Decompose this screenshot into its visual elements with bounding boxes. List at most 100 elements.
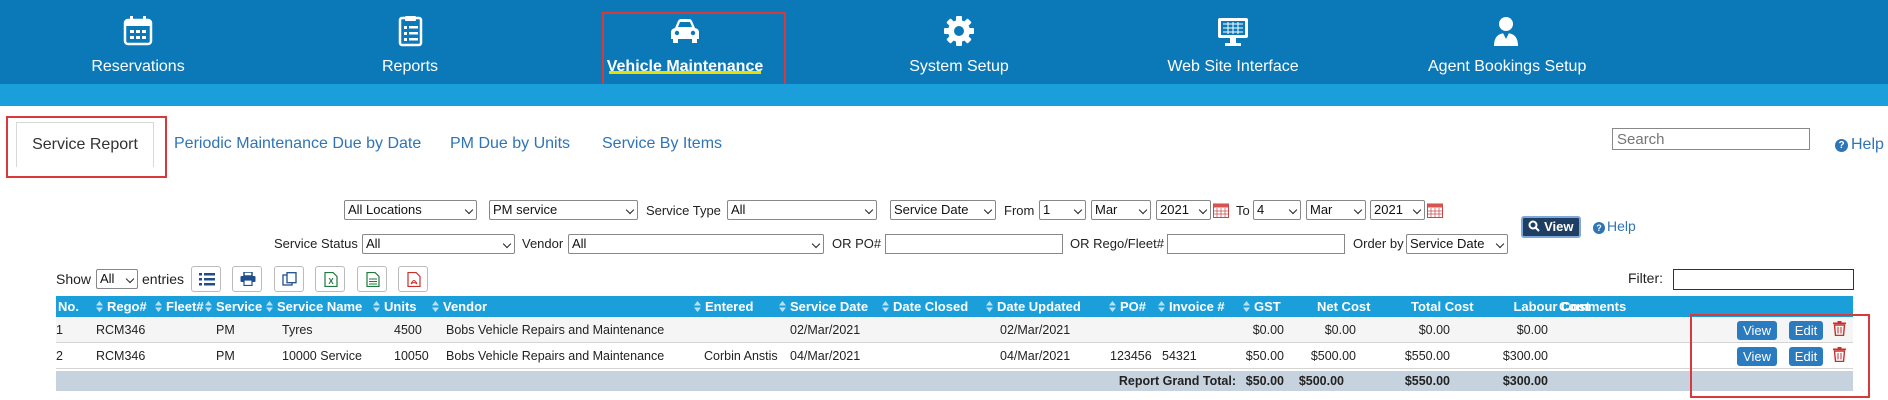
nav-item-system-setup[interactable]: System Setup	[904, 8, 1014, 78]
th-po[interactable]: PO#	[1109, 296, 1146, 317]
nav-label: Agent Bookings Setup	[1428, 58, 1587, 75]
nav-item-reports[interactable]: Reports	[370, 8, 450, 78]
cell-units: 4500	[394, 323, 422, 337]
cell-labour-cost: $300.00	[1502, 349, 1548, 363]
service-status-select[interactable]: All	[362, 234, 515, 254]
service-type-select[interactable]: All	[727, 200, 877, 220]
th-service[interactable]: Service	[205, 296, 262, 317]
view-button[interactable]: View	[1521, 216, 1581, 238]
cell-service-date: 04/Mar/2021	[790, 349, 861, 363]
sort-icon	[1158, 301, 1165, 312]
th-fleet[interactable]: Fleet#	[155, 296, 204, 317]
csv-export-button[interactable]	[357, 266, 387, 292]
to-month-select[interactable]: Mar	[1306, 200, 1366, 220]
th-entered[interactable]: Entered	[694, 296, 753, 317]
tab-pm-due-by-units[interactable]: PM Due by Units	[450, 122, 570, 166]
vendor-select[interactable]: All	[568, 234, 824, 254]
cell-date-updated: 04/Mar/2021	[1000, 349, 1071, 363]
help-link[interactable]: ? Help	[1835, 136, 1884, 154]
cell-rego: RCM346	[96, 349, 146, 363]
category-select[interactable]: PM service	[489, 200, 638, 220]
to-year-select[interactable]: 2021	[1370, 200, 1425, 220]
filters-help-link[interactable]: ? Help	[1593, 218, 1636, 234]
th-invoice[interactable]: Invoice #	[1158, 296, 1225, 317]
from-day-select[interactable]: 1	[1039, 200, 1086, 220]
tab-service-by-items[interactable]: Service By Items	[602, 122, 722, 166]
order-by-label: Order by	[1353, 236, 1404, 251]
copy-button[interactable]	[274, 266, 304, 292]
th-rego[interactable]: Rego#	[96, 296, 147, 317]
sort-icon	[779, 301, 786, 312]
po-input[interactable]	[885, 234, 1063, 254]
date-field-select[interactable]: Service Date	[890, 200, 996, 220]
th-date-updated[interactable]: Date Updated	[986, 296, 1081, 317]
calendar-icon[interactable]	[1427, 203, 1443, 218]
th-comments[interactable]: Comments	[1559, 296, 1626, 317]
th-service-name[interactable]: Service Name	[266, 296, 362, 317]
grand-total-net-cost: $500.00	[1298, 374, 1344, 388]
print-icon	[240, 272, 256, 286]
cell-service-name: Tyres	[282, 323, 313, 337]
calendar-icon[interactable]	[1213, 203, 1229, 218]
cell-gst: $0.00	[1252, 323, 1284, 337]
search-input[interactable]	[1612, 128, 1810, 150]
entries-select[interactable]: All	[96, 269, 138, 289]
cell-no: 1	[56, 323, 63, 337]
table-footer: Report Grand Total: $50.00 $500.00 $550.…	[56, 371, 1853, 391]
filter-label: Filter:	[1628, 270, 1663, 286]
pdf-icon	[407, 272, 421, 287]
th-date-closed[interactable]: Date Closed	[882, 296, 968, 317]
cell-total-cost: $550.00	[1404, 349, 1450, 363]
search-icon	[1528, 220, 1541, 232]
to-day-select[interactable]: 4	[1253, 200, 1301, 220]
cell-service: PM	[216, 323, 235, 337]
th-vendor[interactable]: Vendor	[432, 296, 487, 317]
column-list-button[interactable]	[191, 266, 221, 292]
pdf-export-button[interactable]	[398, 266, 428, 292]
th-label: Fleet#	[166, 299, 204, 314]
grand-total-label: Report Grand Total:	[1118, 374, 1236, 388]
service-type-label: Service Type	[646, 203, 721, 218]
th-label: Units	[384, 299, 417, 314]
cell-po: 123456	[1110, 349, 1152, 363]
entries-suffix: entries	[142, 271, 185, 287]
help-label: Help	[1607, 218, 1636, 234]
tab-periodic-maintenance-due-by-date[interactable]: Periodic Maintenance Due by Date	[174, 122, 421, 166]
nav-item-reservations[interactable]: Reservations	[80, 8, 196, 78]
print-button[interactable]	[232, 266, 262, 292]
grand-total-labour-cost: $300.00	[1502, 374, 1548, 388]
th-total-cost[interactable]: Total Cost	[1411, 296, 1474, 317]
cell-rego: RCM346	[96, 323, 146, 337]
grand-total-gst: $50.00	[1245, 374, 1284, 388]
rego-fleet-input[interactable]	[1167, 234, 1345, 254]
monitor-icon	[1218, 18, 1248, 46]
vendor-label: Vendor	[522, 236, 564, 251]
cell-service-date: 02/Mar/2021	[790, 323, 861, 337]
cell-service-name: 10000 Service	[282, 349, 362, 363]
nav-item-agent-bookings-setup[interactable]: Agent Bookings Setup	[1428, 8, 1587, 78]
highlight-box-service-report-tab	[6, 116, 167, 178]
table-row: 2 RCM346 PM 10000 Service 10050 Bobs Veh…	[56, 344, 1853, 369]
nav-label: Reservations	[91, 58, 185, 75]
from-month-select[interactable]: Mar	[1091, 200, 1151, 220]
filter-input[interactable]	[1673, 269, 1854, 290]
show-label: Show	[56, 271, 92, 287]
order-by-select[interactable]: Service Date	[1406, 234, 1508, 254]
sub-nav-stripe	[0, 84, 1888, 106]
sort-icon	[205, 301, 212, 312]
nav-label: Reports	[381, 58, 439, 75]
th-net-cost[interactable]: Net Cost	[1317, 296, 1370, 317]
th-gst[interactable]: GST	[1243, 296, 1281, 317]
excel-export-button[interactable]: X	[315, 266, 345, 292]
nav-item-web-site-interface[interactable]: Web Site Interface	[1165, 8, 1301, 78]
copy-icon	[282, 272, 297, 286]
cell-no: 2	[56, 349, 63, 363]
th-units[interactable]: Units	[373, 296, 417, 317]
th-no[interactable]: No.	[58, 296, 79, 317]
sort-icon	[694, 301, 701, 312]
from-year-select[interactable]: 2021	[1156, 200, 1211, 220]
location-select[interactable]: All Locations	[344, 200, 477, 220]
cell-gst: $50.00	[1245, 349, 1284, 363]
th-label: Service Name	[277, 299, 363, 314]
th-service-date[interactable]: Service Date	[779, 296, 868, 317]
